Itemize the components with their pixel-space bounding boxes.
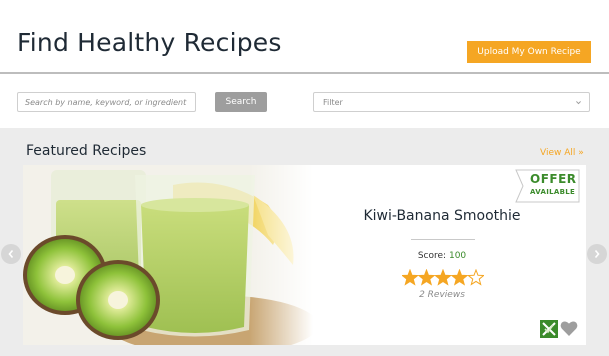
offer-sublabel: AVAILABLE [530,188,576,196]
star-filled-icon [434,269,452,286]
score-value: 100 [448,251,467,261]
search-input[interactable] [17,92,196,112]
score-label: Score: [417,251,447,261]
carousel-prev-button[interactable] [1,244,21,264]
featured-title: Featured Recipes [26,143,147,159]
recipe-name[interactable]: Kiwi-Banana Smoothie [343,208,541,224]
star-filled-icon [402,269,419,286]
heart-icon[interactable] [560,320,578,337]
rating-stars [402,269,484,286]
offer-label: OFFER [530,172,577,186]
diet-icon [540,320,558,338]
search-button[interactable]: Search [215,92,267,112]
divider [411,239,475,240]
chevron-left-icon [8,249,14,259]
recipe-image [23,165,313,345]
star-filled-icon [450,269,469,286]
chevron-right-icon [594,249,600,259]
star-empty-icon [467,269,484,286]
filter-select[interactable]: Filter [313,92,590,112]
carousel-next-button[interactable] [587,244,607,264]
star-filled-icon [417,269,436,286]
page-title: Find Healthy Recipes [17,28,282,57]
upload-recipe-button[interactable]: Upload My Own Recipe [467,41,591,63]
filter-label: Filter [323,97,343,107]
review-count[interactable]: 2 Reviews [343,290,541,300]
chevron-down-icon [576,101,581,105]
recipe-score: Score: 100 [343,251,541,261]
view-all-link[interactable]: View All » [540,148,584,158]
